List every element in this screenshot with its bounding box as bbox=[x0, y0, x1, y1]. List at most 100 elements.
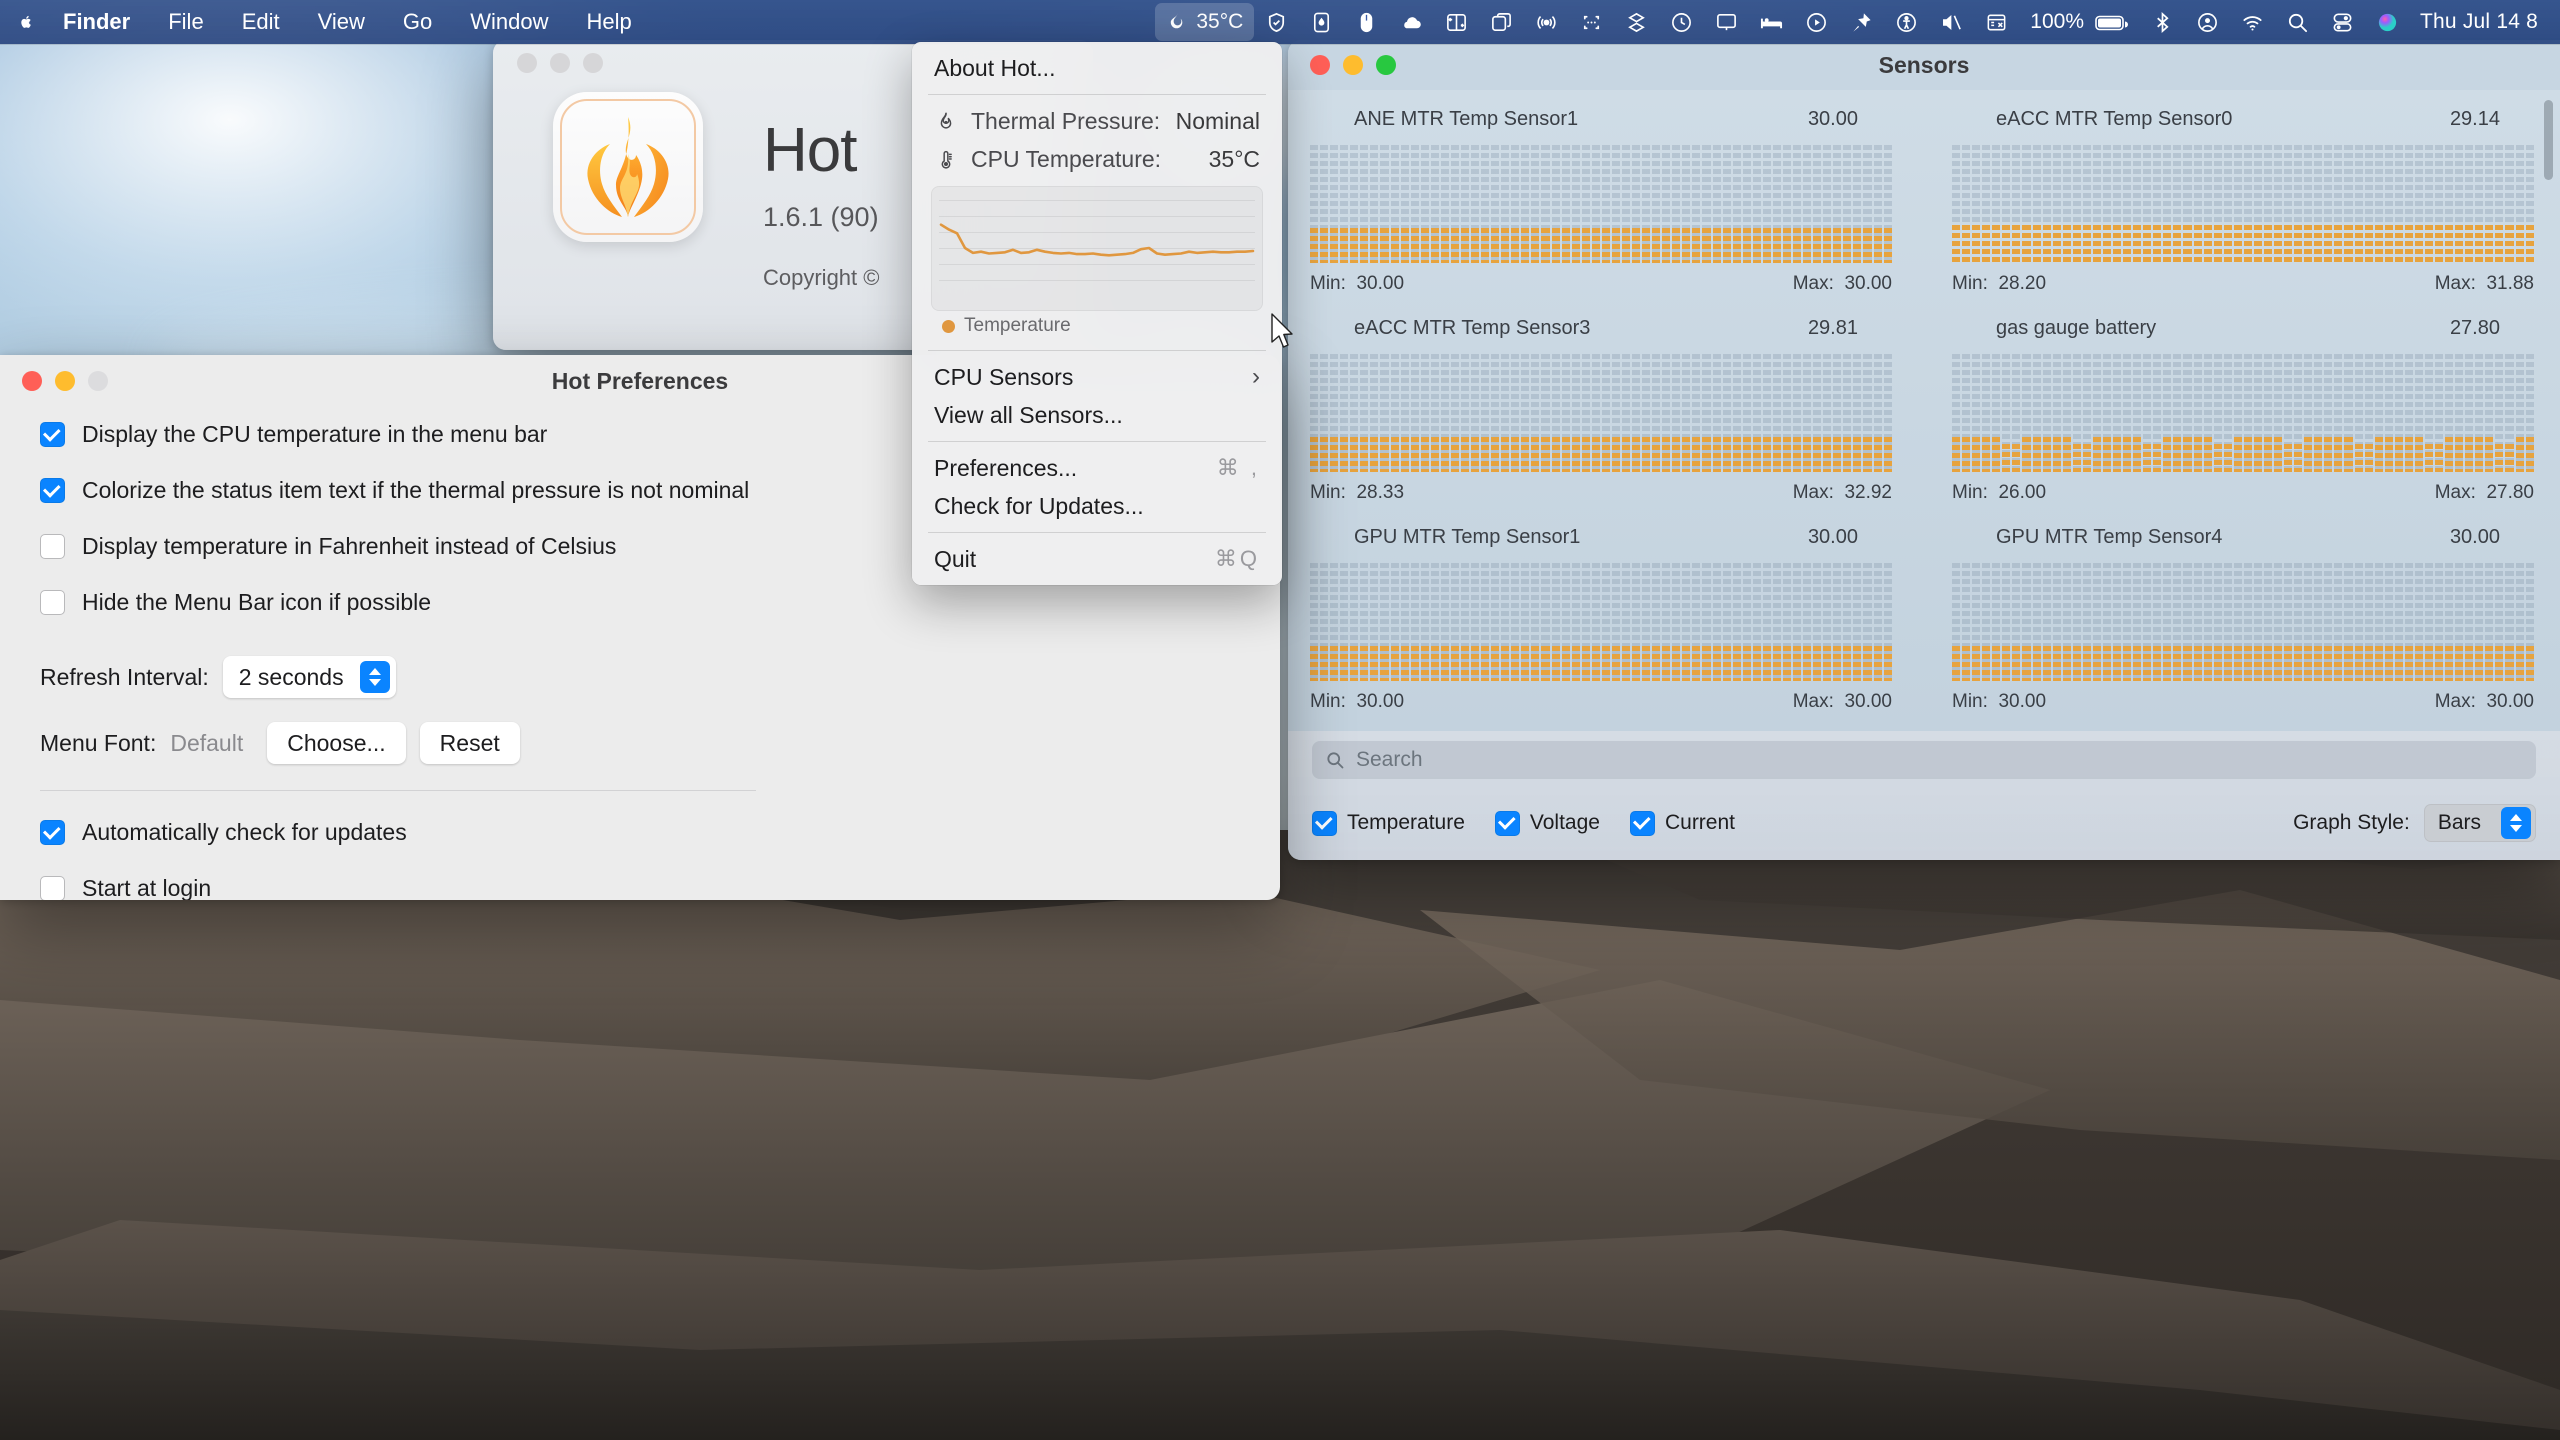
pref-hide-menubar-icon-checkbox[interactable] bbox=[40, 590, 65, 615]
pref-display-cpu-temp-checkbox[interactable] bbox=[40, 422, 65, 447]
status-item-copy-windows[interactable] bbox=[1479, 3, 1524, 41]
pref-colorize-status-checkbox[interactable] bbox=[40, 478, 65, 503]
pref-hide-menubar-icon[interactable]: Hide the Menu Bar icon if possible bbox=[40, 589, 1240, 616]
status-item-dots-brackets[interactable] bbox=[1569, 3, 1614, 41]
sensor-bar-column bbox=[2374, 563, 2383, 681]
filter-current[interactable]: Current bbox=[1629, 810, 1735, 836]
sensor-min: Min: 30.00 bbox=[1952, 691, 2047, 712]
status-item-play-circle[interactable] bbox=[1794, 3, 1839, 41]
menu-bar-clock[interactable]: Thu Jul 14 8 bbox=[2410, 10, 2554, 34]
sensor-bar-column bbox=[1561, 354, 1570, 472]
status-item-speaker-mute[interactable] bbox=[1929, 3, 1974, 41]
sensor-bar-column bbox=[1390, 563, 1399, 681]
sensor-bar-column bbox=[1460, 354, 1469, 472]
sensor-header: GPU MTR Temp Sensor4 30.00 bbox=[1952, 526, 2534, 549]
menu-file[interactable]: File bbox=[149, 0, 222, 44]
sensors-search-field[interactable]: Search bbox=[1312, 741, 2536, 779]
status-item-time-machine[interactable] bbox=[1659, 3, 1704, 41]
status-item-battery[interactable]: 100% bbox=[2019, 3, 2140, 41]
status-item-display[interactable] bbox=[1704, 3, 1749, 41]
menu-item-cpu-sensors[interactable]: CPU Sensors › bbox=[912, 358, 1282, 396]
status-item-siri[interactable] bbox=[2365, 3, 2410, 41]
filter-voltage-checkbox[interactable] bbox=[1494, 810, 1520, 836]
status-item-spotlight[interactable] bbox=[2275, 3, 2320, 41]
status-item-hot[interactable]: 35°C bbox=[1155, 3, 1255, 41]
about-close-button[interactable] bbox=[517, 53, 537, 73]
speaker-mute-icon bbox=[1943, 14, 1962, 30]
status-item-droplet[interactable] bbox=[1299, 3, 1344, 41]
status-item-shield[interactable] bbox=[1254, 3, 1299, 41]
sensor-bar-column bbox=[2123, 563, 2132, 681]
sensor-bar-column bbox=[2052, 145, 2061, 263]
refresh-interval-stepper-icon[interactable] bbox=[359, 661, 390, 693]
filter-temperature-checkbox[interactable] bbox=[1312, 810, 1337, 836]
sensors-scroll-area[interactable]: ANE MTR Temp Sensor1 30.00 Min: 30.00 Max: … bbox=[1288, 90, 2560, 731]
sensor-bar-column bbox=[2062, 145, 2071, 263]
status-item-calendar-x[interactable] bbox=[1974, 3, 2019, 41]
menu-finder[interactable]: Finder bbox=[44, 0, 149, 44]
sensors-scrollbar[interactable] bbox=[2544, 100, 2553, 180]
menu-view[interactable]: View bbox=[299, 0, 384, 44]
sensor-bar-column bbox=[1440, 563, 1449, 681]
status-item-window-split[interactable] bbox=[1434, 3, 1479, 41]
reset-font-button[interactable]: Reset bbox=[419, 722, 520, 764]
menu-edit[interactable]: Edit bbox=[223, 0, 299, 44]
sensor-max: Max: 27.80 bbox=[2434, 482, 2534, 503]
about-zoom-button[interactable] bbox=[583, 53, 603, 73]
pref-start-at-login[interactable]: Start at login bbox=[40, 875, 1240, 900]
choose-font-button[interactable]: Choose... bbox=[267, 722, 406, 764]
sensors-search-placeholder: Search bbox=[1356, 748, 1423, 771]
status-item-mouse[interactable] bbox=[1344, 3, 1389, 41]
sensor-bar-column bbox=[2092, 354, 2101, 472]
sensor-bar-column bbox=[1471, 145, 1480, 263]
status-item-bluetooth[interactable] bbox=[2140, 3, 2185, 41]
sensor-bar-column bbox=[1772, 145, 1781, 263]
sensor-bar-column bbox=[2193, 354, 2202, 472]
sensor-bar-column bbox=[2133, 563, 2142, 681]
status-item-accessibility[interactable] bbox=[1884, 3, 1929, 41]
sensor-bar-column bbox=[2243, 563, 2252, 681]
menu-go[interactable]: Go bbox=[384, 0, 451, 44]
sensor-cell: GPU MTR Temp Sensor4 30.00 Min: 30.00 Max: … bbox=[1952, 512, 2534, 721]
status-item-cloud[interactable] bbox=[1389, 3, 1434, 41]
status-item-wifi[interactable] bbox=[2230, 3, 2275, 41]
about-minimize-button[interactable] bbox=[550, 53, 570, 73]
sensor-bar-column bbox=[1551, 145, 1560, 263]
sensor-bar-column bbox=[1621, 145, 1630, 263]
sensor-bar-column bbox=[1531, 354, 1540, 472]
sensor-bar-column bbox=[1813, 563, 1822, 681]
filter-current-checkbox[interactable] bbox=[1629, 810, 1655, 836]
sensor-bar-column bbox=[2032, 563, 2041, 681]
status-item-pin-text[interactable] bbox=[1839, 3, 1884, 41]
sensor-bar-column bbox=[1843, 354, 1852, 472]
pref-auto-update[interactable]: Automatically check for updates bbox=[40, 819, 1240, 846]
menu-item-preferences[interactable]: Preferences... ⌘ , bbox=[912, 449, 1282, 487]
sensor-bar-column bbox=[2213, 145, 2222, 263]
filter-temperature[interactable]: Temperature bbox=[1312, 810, 1465, 836]
display-icon bbox=[1717, 13, 1737, 30]
menu-item-about-hot[interactable]: About Hot... bbox=[912, 49, 1282, 87]
status-item-airplay[interactable] bbox=[1524, 3, 1569, 41]
apple-logo-icon[interactable] bbox=[14, 0, 44, 44]
menu-help[interactable]: Help bbox=[568, 0, 651, 44]
status-item-user[interactable] bbox=[2185, 3, 2230, 41]
graph-style-stepper-icon[interactable] bbox=[2501, 807, 2531, 839]
sensor-bar-column bbox=[1632, 354, 1641, 472]
status-item-layers[interactable] bbox=[1614, 3, 1659, 41]
status-item-bed[interactable] bbox=[1749, 3, 1794, 41]
sensor-bar-column bbox=[1762, 563, 1771, 681]
status-item-control-center[interactable] bbox=[2320, 3, 2365, 41]
menu-item-quit[interactable]: Quit ⌘Q bbox=[912, 540, 1282, 578]
graph-style-select[interactable]: Bars bbox=[2423, 804, 2536, 842]
pref-start-at-login-checkbox[interactable] bbox=[40, 876, 65, 900]
menu-window[interactable]: Window bbox=[451, 0, 567, 44]
menu-item-check-updates[interactable]: Check for Updates... bbox=[912, 487, 1282, 525]
filter-voltage[interactable]: Voltage bbox=[1494, 810, 1600, 836]
pref-fahrenheit-checkbox[interactable] bbox=[40, 534, 65, 559]
sensor-bar-column bbox=[2072, 563, 2081, 681]
refresh-interval-select[interactable]: 2 seconds bbox=[222, 656, 396, 698]
sensor-bar-column bbox=[2485, 145, 2494, 263]
pref-auto-update-checkbox[interactable] bbox=[40, 820, 65, 845]
menu-item-view-all-sensors[interactable]: View all Sensors... bbox=[912, 396, 1282, 434]
sensors-titlebar[interactable]: Sensors bbox=[1288, 40, 2560, 90]
